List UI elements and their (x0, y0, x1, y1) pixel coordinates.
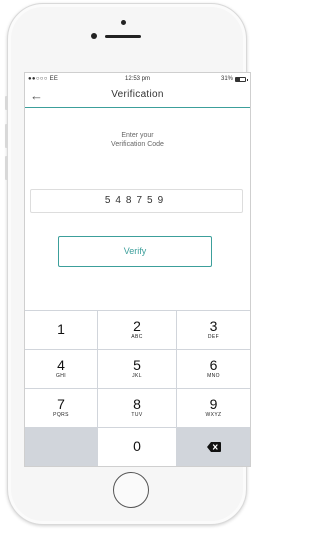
key-5[interactable]: 5 JKL (98, 350, 176, 388)
key-letters: GHI (55, 373, 67, 379)
instruction-line-2: Verification Code (111, 141, 164, 148)
earpiece-speaker (105, 35, 141, 38)
key-digit: 6 (209, 357, 218, 373)
key-4[interactable]: 4 GHI (25, 350, 97, 388)
key-3[interactable]: 3 DEF (177, 311, 250, 349)
status-bar: ●●○○○ EE 12:53 pm 31% (25, 73, 250, 85)
key-7[interactable]: 7 PQRS (25, 389, 97, 427)
key-letters: PQRS (53, 412, 69, 418)
home-button[interactable] (113, 472, 149, 508)
key-letters: TUV (131, 412, 143, 418)
phone-screen: ●●○○○ EE 12:53 pm 31% ← Verification Ent… (24, 72, 251, 467)
key-digit: 1 (57, 321, 65, 337)
key-blank (25, 428, 97, 466)
sensor-icon (91, 33, 97, 39)
key-digit: 4 (57, 357, 65, 373)
key-digit: 9 (209, 396, 218, 412)
volume-down-button (5, 156, 8, 180)
key-letters: ABC (131, 334, 143, 340)
key-digit: 0 (133, 438, 141, 454)
verify-button[interactable]: Verify (58, 236, 212, 267)
page-title: Verification (111, 89, 164, 100)
verification-code-input[interactable]: 548759 (30, 189, 243, 213)
key-digit: 7 (57, 396, 65, 412)
key-6[interactable]: 6 MNO (177, 350, 250, 388)
front-camera-icon (121, 20, 126, 25)
instruction-text: Enter your Verification Code (25, 131, 250, 149)
key-0[interactable]: 0 (98, 428, 176, 466)
key-letters: DEF (207, 334, 220, 340)
key-8[interactable]: 8 TUV (98, 389, 176, 427)
instruction-line-1: Enter your (121, 132, 154, 139)
numeric-keypad: 1 2 ABC 3 DEF 4 GHI 5 JKL 6 MNO 7 PQRS 8… (25, 310, 250, 466)
key-letters: WXYZ (205, 412, 222, 418)
key-letters: MNO (207, 373, 220, 379)
backspace-icon (206, 442, 221, 452)
key-letters: JKL (132, 373, 142, 379)
key-1[interactable]: 1 (25, 311, 97, 349)
key-9[interactable]: 9 WXYZ (177, 389, 250, 427)
backspace-key[interactable] (177, 428, 250, 466)
mute-switch (5, 96, 8, 110)
volume-up-button (5, 124, 8, 148)
battery-percent: 31% (220, 76, 233, 82)
key-digit: 8 (133, 396, 141, 412)
status-right: 31% (220, 76, 248, 82)
key-digit: 5 (133, 357, 141, 373)
status-time: 12:53 pm (124, 76, 151, 82)
navigation-bar: ← Verification (25, 85, 250, 108)
battery-icon (235, 76, 248, 82)
key-digit: 2 (133, 318, 141, 334)
key-2[interactable]: 2 ABC (98, 311, 176, 349)
key-digit: 3 (209, 318, 218, 334)
